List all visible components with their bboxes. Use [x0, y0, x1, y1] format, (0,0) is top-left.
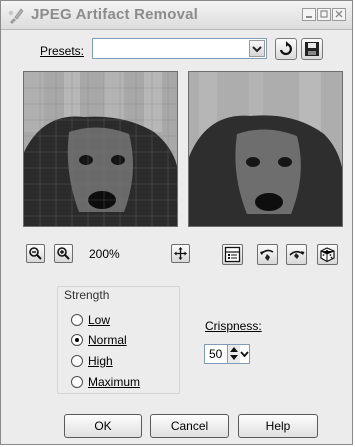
zoom-out-button[interactable] — [26, 244, 45, 263]
pan-button[interactable] — [171, 244, 190, 263]
save-preset-button[interactable] — [301, 38, 323, 60]
radio-maximum-label: Maximum — [88, 375, 141, 389]
presets-dropdown[interactable] — [92, 38, 267, 59]
crispness-spinner[interactable] — [227, 345, 240, 363]
reset-default-icon — [260, 249, 274, 261]
help-button[interactable]: Help — [238, 414, 318, 438]
reset-to-last-button[interactable] — [286, 244, 307, 265]
radio-low[interactable] — [71, 314, 83, 326]
radio-low-label: Low — [88, 313, 111, 327]
window-title: JPEG Artifact Removal — [31, 6, 199, 23]
randomize-button[interactable] — [317, 244, 338, 265]
paint-brush-icon — [8, 8, 24, 24]
dice-icon — [320, 247, 335, 263]
spinner-arrows-icon — [230, 347, 238, 360]
radio-high-label: High — [88, 354, 113, 368]
strength-title: Strength — [64, 288, 110, 302]
proof-toggle-button[interactable] — [222, 244, 243, 265]
radio-high[interactable] — [71, 355, 83, 367]
move-icon — [174, 247, 187, 260]
radio-normal-label: Normal — [88, 333, 127, 347]
original-preview[interactable] — [23, 71, 178, 227]
zoom-out-icon — [29, 247, 42, 260]
ok-button[interactable]: OK — [64, 414, 142, 438]
load-preset-button[interactable] — [275, 38, 297, 60]
crispness-value: 50 — [209, 347, 223, 361]
presets-label: Presets: — [40, 44, 85, 58]
chevron-down-icon — [240, 351, 249, 358]
result-preview[interactable] — [188, 71, 343, 227]
minimize-button[interactable] — [302, 8, 316, 21]
reset-last-icon — [289, 250, 305, 259]
radio-maximum[interactable] — [71, 376, 83, 388]
maximize-icon — [320, 10, 328, 18]
zoom-level: 200% — [89, 247, 120, 261]
crispness-label: Crispness: — [205, 319, 262, 333]
title-bar[interactable]: JPEG Artifact Removal — [1, 1, 352, 30]
close-icon — [335, 10, 343, 18]
crispness-dropdown[interactable] — [240, 345, 249, 363]
strength-option-maximum[interactable]: Maximum — [71, 375, 140, 389]
reset-arrow-icon — [279, 41, 292, 56]
dialog-window: JPEG Artifact Removal Presets: 200% Stre… — [0, 0, 353, 445]
reset-default-button[interactable] — [257, 244, 278, 265]
maximize-button[interactable] — [317, 8, 331, 21]
window-controls — [302, 8, 346, 21]
original-image — [24, 72, 177, 226]
strength-option-high[interactable]: High — [71, 354, 113, 368]
cancel-button[interactable]: Cancel — [150, 414, 229, 438]
strength-option-low[interactable]: Low — [71, 313, 110, 327]
radio-normal[interactable] — [71, 334, 83, 346]
floppy-save-icon — [305, 42, 319, 56]
strength-option-normal[interactable]: Normal — [71, 333, 127, 347]
chevron-down-icon — [252, 46, 262, 53]
zoom-in-icon — [57, 247, 70, 260]
proof-toggle-icon — [224, 246, 241, 263]
result-image — [189, 72, 342, 226]
presets-dropdown-arrow[interactable] — [249, 40, 265, 57]
close-button[interactable] — [332, 8, 346, 21]
minimize-icon — [306, 16, 312, 18]
zoom-in-button[interactable] — [54, 244, 73, 263]
